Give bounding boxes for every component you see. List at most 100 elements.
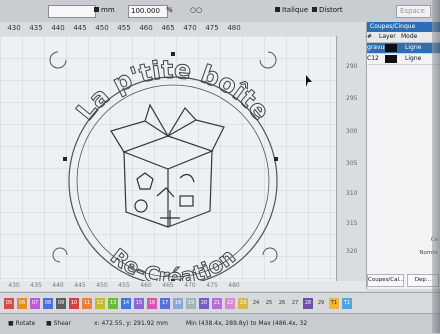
shear-status[interactable]: ■ Shear (46, 320, 71, 327)
logo-bottom-text: Re-Création (106, 244, 240, 281)
ruler-tick: 475 (205, 24, 219, 32)
rotate-handle-icon[interactable] (49, 51, 67, 69)
checkbox-icon (312, 7, 317, 12)
palette-swatch[interactable]: 22 (225, 298, 235, 309)
ruler-tick: 475 (206, 282, 218, 289)
palette-swatch[interactable]: 12 (95, 298, 105, 309)
spacing-dropdown[interactable]: Espace (396, 5, 431, 18)
square-icon (94, 7, 99, 12)
distort-toggle[interactable]: Distort (312, 5, 343, 16)
palette-swatch[interactable]: 14 (121, 298, 131, 309)
layer-mode: Ligne (405, 44, 422, 51)
top-ruler: 430 435 440 445 450 455 460 465 470 475 … (0, 22, 366, 37)
palette-swatch[interactable]: 17 (160, 298, 170, 309)
mouse-pointer-icon (306, 75, 312, 87)
plane-icon (156, 187, 175, 198)
palette-swatch[interactable]: 18 (173, 298, 183, 309)
panel-title: Coupes/Cinque (367, 22, 440, 32)
logo-top-text: La p'tite boîte (70, 55, 275, 126)
ruler-tick: 455 (118, 282, 130, 289)
layer-row-c12[interactable]: C12 Ligne (367, 54, 440, 65)
ruler-tick: 290 (346, 63, 358, 70)
ruler-tick: 480 (227, 24, 241, 32)
palette-swatch[interactable]: 23 (238, 298, 248, 309)
checkbox-icon (275, 7, 280, 12)
ruler-tick: 470 (183, 24, 197, 32)
app-screen: mm 100.000 % ○○ Italique Distort Espace … (0, 0, 440, 334)
palette-swatch[interactable]: 16 (147, 298, 157, 309)
color-palette: 05 06 07 08 09 10 11 12 13 14 15 16 17 1… (0, 292, 440, 314)
house-icon (136, 172, 154, 190)
dots-button[interactable]: ○○ (190, 5, 208, 16)
cuts-layers-panel: Coupes/Cinque # Layer Mode gravure Ligne… (366, 22, 440, 289)
ruler-tick: 470 (184, 282, 196, 289)
scale-input[interactable]: 100.000 (128, 5, 168, 18)
palette-swatch[interactable]: 26 (277, 298, 287, 309)
rotate-status[interactable]: ■ Rotate (8, 320, 35, 327)
box-illustration (110, 103, 225, 228)
ruler-tick: 445 (74, 282, 86, 289)
palette-swatch[interactable]: 19 (186, 298, 196, 309)
inner-circle (76, 84, 270, 278)
ruler-tick: 440 (51, 24, 65, 32)
palette-swatch[interactable]: 05 (4, 298, 14, 309)
ruler-tick: 460 (139, 24, 153, 32)
ruler-tick: 305 (346, 160, 358, 167)
layer-mode: Ligne (405, 55, 422, 62)
box-small-icon (179, 195, 194, 207)
palette-swatch[interactable]: 09 (56, 298, 66, 309)
ruler-tick: 295 (346, 95, 358, 102)
palette-swatch[interactable]: 11 (82, 298, 92, 309)
palette-swatch[interactable]: 25 (264, 298, 274, 309)
rotate-handle-icon[interactable] (52, 247, 68, 263)
ruler-tick: 465 (162, 282, 174, 289)
palette-swatch[interactable]: T2 (342, 298, 352, 309)
palette-swatch[interactable]: 27 (290, 298, 300, 309)
palette-swatch[interactable]: 29 (316, 298, 326, 309)
position-input[interactable] (48, 5, 96, 18)
palette-swatch[interactable]: 15 (134, 298, 144, 309)
logo-artwork: La p'tite boîte Re-Création (49, 51, 312, 281)
palette-swatch[interactable]: 24 (251, 298, 261, 309)
palette-swatch[interactable]: 07 (30, 298, 40, 309)
layer-color-swatch (385, 55, 397, 63)
ruler-tick: 465 (161, 24, 175, 32)
ruler-tick: 455 (117, 24, 131, 32)
palette-swatch[interactable]: T1 (329, 298, 339, 309)
ruler-tick: 445 (73, 24, 87, 32)
selection-range: Min (438.4x, 289.8y) to Max (486.4x, 32 (186, 320, 308, 327)
layer-table-header: # Layer Mode (367, 32, 440, 43)
bottom-ruler: 430 435 440 445 450 455 460 465 470 475 … (0, 281, 366, 291)
monitor-bezel (432, 0, 440, 333)
ruler-tick: 450 (96, 282, 108, 289)
ruler-tick: 435 (29, 24, 43, 32)
top-toolbar: mm 100.000 % ○○ Italique Distort Espace (0, 0, 440, 23)
palette-swatch[interactable]: 10 (69, 298, 79, 309)
design-canvas[interactable]: La p'tite boîte Re-Création (0, 36, 336, 281)
italic-toggle[interactable]: Italique (275, 5, 308, 16)
ruler-tick: 315 (346, 220, 358, 227)
status-bar: ■ Rotate ■ Shear x: 472.55, y: 291.92 mm… (0, 313, 440, 334)
layer-name: gravure (367, 44, 391, 51)
palette-swatch[interactable]: 20 (199, 298, 209, 309)
column-header: Layer (379, 33, 396, 40)
layer-row-gravure[interactable]: gravure Ligne (367, 43, 440, 54)
tab-coupes[interactable]: Coupes/Cal... (367, 274, 404, 287)
curve-icon (179, 173, 195, 183)
palette-swatch[interactable]: 28 (303, 298, 313, 309)
ruler-tick: 440 (52, 282, 64, 289)
ruler-tick: 450 (95, 24, 109, 32)
ruler-tick: 430 (8, 282, 20, 289)
mm-unit-label: mm (94, 5, 115, 16)
palette-swatch[interactable]: 06 (17, 298, 27, 309)
ball-icon (134, 199, 148, 213)
palette-swatch[interactable]: 13 (108, 298, 118, 309)
ruler-tick: 320 (346, 248, 358, 255)
rotate-handle-icon[interactable] (259, 51, 277, 69)
palette-swatch[interactable]: 08 (43, 298, 53, 309)
layer-color-swatch (385, 44, 397, 52)
rotate-handle-icon[interactable] (262, 247, 278, 263)
right-ruler: 290 295 300 305 310 315 320 (336, 36, 365, 281)
ruler-tick: 460 (140, 282, 152, 289)
palette-swatch[interactable]: 21 (212, 298, 222, 309)
